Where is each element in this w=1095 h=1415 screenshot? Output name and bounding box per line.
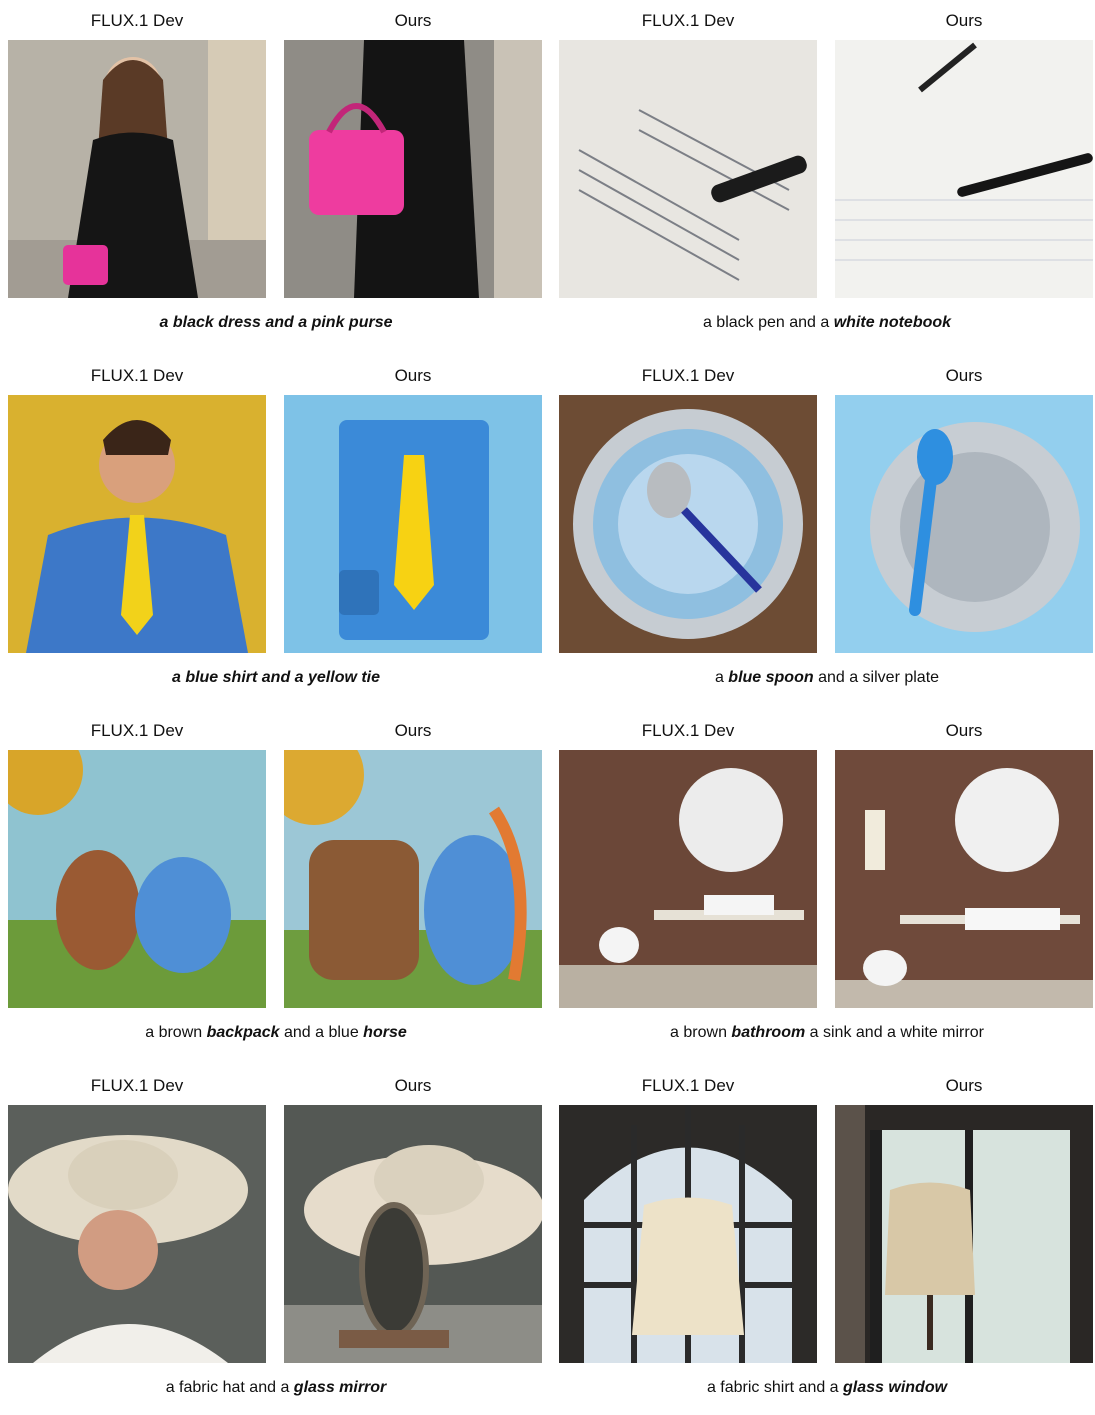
- pair-hat-mirror: FLUX.1 Dev Ours a fabric hat and a glass…: [8, 1075, 544, 1415]
- pair-dress-purse: FLUX.1 Dev Ours a black dress and a pink…: [8, 10, 544, 350]
- label-flux: FLUX.1 Dev: [641, 721, 735, 740]
- label-ours: Ours: [945, 366, 983, 385]
- caption: a blue shirt and a yellow tie: [8, 667, 544, 689]
- image-ours-spoon-plate: [835, 395, 1093, 653]
- caption: a black pen and a white notebook: [559, 312, 1095, 334]
- image-flux-hat-mirror: [8, 1105, 266, 1363]
- image-flux-shirt-tie: [8, 395, 266, 653]
- caption-segment: bathroom: [731, 1024, 806, 1041]
- image-flux-shirt-window: [559, 1105, 817, 1363]
- image-flux-bathroom-mirror: [559, 750, 817, 1008]
- label-ours: Ours: [394, 366, 432, 385]
- pair-spoon-plate: FLUX.1 Dev Ours a blue spoon and a silve…: [559, 365, 1095, 705]
- image-ours-pen-notebook: [835, 40, 1093, 298]
- caption-segment: and a blue: [279, 1024, 364, 1041]
- image-flux-pen-notebook: [559, 40, 817, 298]
- image-flux-backpack-horse: [8, 750, 266, 1008]
- label-flux: FLUX.1 Dev: [641, 1076, 735, 1095]
- image-ours-backpack-horse: [284, 750, 542, 1008]
- caption-segment: blue spoon: [728, 669, 814, 686]
- caption-segment: a sink and a white mirror: [805, 1024, 984, 1041]
- caption-segment: a brown: [145, 1024, 207, 1041]
- caption-segment: a black dress and a pink purse: [159, 314, 393, 331]
- label-flux: FLUX.1 Dev: [90, 366, 184, 385]
- caption-segment: horse: [363, 1024, 407, 1041]
- caption: a fabric hat and a glass mirror: [8, 1377, 544, 1399]
- caption: a black dress and a pink purse: [8, 312, 544, 334]
- image-flux-dress-purse: [8, 40, 266, 298]
- label-ours: Ours: [945, 721, 983, 740]
- label-flux: FLUX.1 Dev: [90, 11, 184, 30]
- caption-segment: white notebook: [833, 314, 952, 331]
- image-ours-bathroom-mirror: [835, 750, 1093, 1008]
- pair-shirt-tie: FLUX.1 Dev Ours a blue shirt and a yello…: [8, 365, 544, 705]
- caption-segment: a blue shirt and a yellow tie: [171, 669, 381, 686]
- pair-backpack-horse: FLUX.1 Dev Ours a brown backpack and a b…: [8, 720, 544, 1060]
- image-ours-shirt-tie: [284, 395, 542, 653]
- caption: a blue spoon and a silver plate: [559, 667, 1095, 689]
- label-flux: FLUX.1 Dev: [641, 366, 735, 385]
- label-ours: Ours: [945, 1076, 983, 1095]
- label-ours: Ours: [394, 1076, 432, 1095]
- caption-segment: backpack: [206, 1024, 280, 1041]
- pair-bathroom-mirror: FLUX.1 Dev Ours a brown bathroom a sink …: [559, 720, 1095, 1060]
- pair-shirt-window: FLUX.1 Dev Ours a fabric shirt and a gla…: [559, 1075, 1095, 1415]
- caption: a fabric shirt and a glass window: [559, 1377, 1095, 1399]
- label-ours: Ours: [394, 11, 432, 30]
- label-flux: FLUX.1 Dev: [90, 721, 184, 740]
- image-flux-spoon-plate: [559, 395, 817, 653]
- caption-segment: a: [714, 669, 729, 686]
- pair-pen-notebook: FLUX.1 Dev Ours a black pen and a white …: [559, 10, 1095, 350]
- comparison-grid: FLUX.1 Dev Ours a black dress and a pink…: [0, 0, 1095, 1396]
- caption-segment: a black pen and a: [702, 314, 834, 331]
- label-ours: Ours: [945, 11, 983, 30]
- image-ours-dress-purse: [284, 40, 542, 298]
- caption-segment: a brown: [670, 1024, 732, 1041]
- image-ours-hat-mirror: [284, 1105, 542, 1363]
- label-flux: FLUX.1 Dev: [641, 11, 735, 30]
- caption-segment: and a silver plate: [813, 669, 940, 686]
- caption: a brown backpack and a blue horse: [8, 1022, 544, 1044]
- label-flux: FLUX.1 Dev: [90, 1076, 184, 1095]
- image-ours-shirt-window: [835, 1105, 1093, 1363]
- label-ours: Ours: [394, 721, 432, 740]
- caption: a brown bathroom a sink and a white mirr…: [559, 1022, 1095, 1044]
